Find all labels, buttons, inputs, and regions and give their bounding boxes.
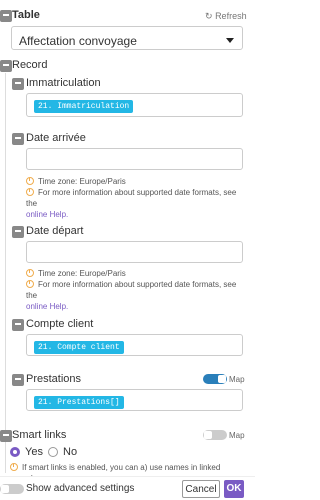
toggle-knob bbox=[1, 485, 9, 493]
timezone-text: Time zone: Europe/Paris bbox=[38, 269, 126, 278]
immatriculation-collapse-toggle[interactable] bbox=[12, 78, 24, 90]
smart-links-label: Smart links bbox=[12, 429, 67, 441]
toggle-knob bbox=[218, 375, 226, 383]
lightbulb-icon bbox=[10, 463, 18, 471]
clock-icon bbox=[26, 188, 34, 196]
table-select-value: Affectation convoyage bbox=[19, 34, 137, 48]
refresh-icon: ↻ bbox=[205, 11, 213, 21]
record-collapse-toggle[interactable] bbox=[0, 60, 12, 72]
smart-links-yes-radio[interactable] bbox=[10, 447, 20, 457]
prestations-label: Prestations bbox=[26, 373, 82, 385]
smart-links-no-radio[interactable] bbox=[48, 447, 58, 457]
date-arrivee-label: Date arrivée bbox=[26, 132, 86, 144]
date-arrivee-collapse-toggle[interactable] bbox=[12, 133, 24, 145]
smart-links-yes-label: Yes bbox=[25, 446, 43, 458]
advanced-settings-toggle[interactable] bbox=[0, 484, 24, 494]
record-label: Record bbox=[12, 59, 48, 71]
date-depart-collapse-toggle[interactable] bbox=[12, 226, 24, 238]
table-select[interactable]: Affectation convoyage bbox=[11, 26, 243, 50]
prestations-input[interactable]: 21. Prestations[] bbox=[26, 389, 243, 411]
refresh-button[interactable]: ↻ Refresh bbox=[205, 11, 247, 22]
prestations-pill[interactable]: 21. Prestations[] bbox=[34, 396, 124, 409]
chevron-down-icon bbox=[226, 38, 234, 43]
date-depart-input[interactable] bbox=[26, 241, 243, 263]
info-icon bbox=[26, 269, 34, 277]
refresh-label: Refresh bbox=[215, 11, 247, 21]
record-tree-line bbox=[5, 73, 6, 473]
table-collapse-toggle[interactable] bbox=[0, 10, 12, 22]
module-settings-panel: Table ↻ Refresh Affectation convoyage Re… bbox=[0, 0, 255, 500]
online-help-link[interactable]: online Help. bbox=[26, 302, 68, 311]
date-arrivee-hint: Time zone: Europe/Paris For more informa… bbox=[26, 176, 248, 220]
online-help-link[interactable]: online Help. bbox=[26, 210, 68, 219]
more-info-text: For more information about supported dat… bbox=[26, 188, 237, 208]
compte-client-input[interactable]: 21. Compte client bbox=[26, 334, 243, 356]
immatriculation-pill[interactable]: 21. Immatriculation bbox=[34, 100, 134, 113]
prestations-collapse-toggle[interactable] bbox=[12, 374, 24, 386]
immatriculation-label: Immatriculation bbox=[26, 77, 101, 89]
smart-links-map-toggle[interactable] bbox=[203, 430, 227, 440]
date-depart-label: Date départ bbox=[26, 225, 84, 237]
ok-button[interactable]: OK bbox=[224, 480, 244, 498]
date-depart-hint: Time zone: Europe/Paris For more informa… bbox=[26, 268, 248, 312]
smart-links-collapse-toggle[interactable] bbox=[0, 430, 12, 442]
smart-links-no-label: No bbox=[63, 446, 78, 458]
prestations-map-toggle[interactable] bbox=[203, 374, 227, 384]
advanced-settings-label: Show advanced settings bbox=[26, 483, 135, 494]
cancel-button[interactable]: Cancel bbox=[182, 480, 220, 498]
prestations-map-label: Map bbox=[229, 375, 245, 384]
immatriculation-input[interactable]: 21. Immatriculation bbox=[26, 93, 243, 117]
compte-client-collapse-toggle[interactable] bbox=[12, 319, 24, 331]
toggle-knob bbox=[204, 431, 212, 439]
footer-bar: Show advanced settings Cancel OK bbox=[0, 476, 255, 500]
timezone-text: Time zone: Europe/Paris bbox=[38, 177, 126, 186]
compte-client-label: Compte client bbox=[26, 318, 94, 330]
smart-links-map-label: Map bbox=[229, 431, 245, 440]
clock-icon bbox=[26, 280, 34, 288]
compte-client-pill[interactable]: 21. Compte client bbox=[34, 341, 124, 354]
info-icon bbox=[26, 177, 34, 185]
more-info-text: For more information about supported dat… bbox=[26, 280, 237, 300]
table-label: Table bbox=[12, 9, 40, 21]
date-arrivee-input[interactable] bbox=[26, 148, 243, 170]
